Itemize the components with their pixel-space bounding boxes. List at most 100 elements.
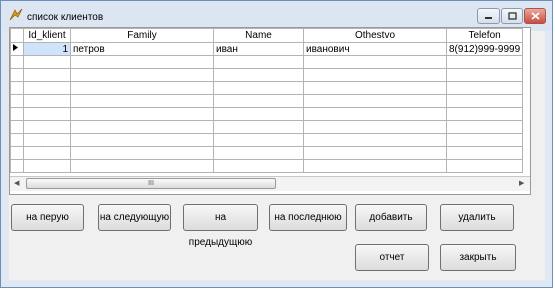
table-cell[interactable] [23, 120, 71, 134]
report-button[interactable]: отчет [355, 244, 429, 271]
scroll-right-arrow-icon[interactable]: ▶ [519, 179, 524, 187]
table-cell[interactable] [23, 55, 71, 69]
close-window-button[interactable] [524, 8, 546, 24]
table-cell[interactable] [445, 120, 524, 134]
table-cell[interactable] [303, 133, 447, 147]
table-cell[interactable]: иванович [303, 42, 447, 56]
table-cell[interactable] [23, 68, 71, 82]
main-window: список клиентов Id_klient Family Name Ot… [0, 0, 553, 288]
table-cell[interactable] [445, 55, 524, 69]
column-header[interactable]: Family [70, 28, 214, 43]
row-selector[interactable] [10, 120, 24, 134]
table-cell[interactable] [303, 107, 447, 121]
table-cell[interactable] [70, 159, 214, 173]
table-cell[interactable] [70, 55, 214, 69]
table-cell[interactable] [303, 55, 447, 69]
table-row[interactable] [10, 68, 524, 82]
table-cell[interactable] [213, 94, 304, 108]
table-cell[interactable] [213, 68, 304, 82]
scrollbar-thumb[interactable]: III [26, 178, 276, 189]
close-button[interactable]: закрыть [440, 244, 516, 271]
table-cell[interactable] [213, 107, 304, 121]
table-cell[interactable]: петров [70, 42, 214, 56]
table-cell[interactable] [70, 133, 214, 147]
table-cell[interactable] [303, 120, 447, 134]
table-cell[interactable] [303, 159, 447, 173]
table-cell[interactable] [23, 94, 71, 108]
table-row[interactable] [10, 120, 524, 134]
scroll-left-arrow-icon[interactable]: ◀ [14, 179, 19, 187]
table-cell[interactable] [23, 107, 71, 121]
row-selector[interactable] [10, 107, 24, 121]
horizontal-scrollbar[interactable]: ◀ III ▶ [10, 176, 530, 191]
row-selector[interactable] [10, 42, 24, 56]
table-cell[interactable] [70, 68, 214, 82]
row-selector[interactable] [10, 133, 24, 147]
row-selector[interactable] [10, 94, 24, 108]
table-row[interactable] [10, 81, 524, 95]
row-selector[interactable] [10, 68, 24, 82]
table-row[interactable] [10, 133, 524, 147]
table-cell[interactable] [70, 94, 214, 108]
table-cell[interactable] [213, 133, 304, 147]
table-cell[interactable] [303, 94, 447, 108]
column-header[interactable]: Othestvo [303, 28, 447, 43]
table-cell[interactable] [70, 81, 214, 95]
table-cell[interactable] [213, 159, 304, 173]
column-header[interactable]: Telefon [445, 28, 524, 43]
minimize-icon [485, 16, 492, 19]
close-icon [530, 12, 540, 20]
table-cell[interactable]: 1 [23, 42, 71, 56]
table-cell[interactable] [303, 68, 447, 82]
table-row[interactable]: 1 петров иван иванович 8(912)999-9999 [10, 42, 524, 56]
table-cell[interactable] [213, 120, 304, 134]
first-record-button[interactable]: на перую [11, 204, 84, 231]
table-cell[interactable]: иван [213, 42, 304, 56]
maximize-button[interactable] [501, 8, 523, 24]
table-cell[interactable] [445, 107, 524, 121]
table-row[interactable] [10, 107, 524, 121]
table-cell[interactable] [213, 146, 304, 160]
table-cell[interactable] [70, 107, 214, 121]
table-cell[interactable] [23, 81, 71, 95]
table-row[interactable] [10, 159, 524, 173]
table-cell[interactable] [445, 146, 524, 160]
table-cell[interactable] [445, 133, 524, 147]
row-selector[interactable] [10, 159, 24, 173]
next-record-button[interactable]: на следующую [98, 204, 171, 231]
row-selector[interactable] [10, 146, 24, 160]
corner-cell [10, 28, 24, 43]
table-cell[interactable] [445, 94, 524, 108]
column-header[interactable]: Name [213, 28, 304, 43]
table-cell[interactable] [70, 120, 214, 134]
delete-button[interactable]: удалить [440, 204, 514, 231]
table-cell[interactable] [445, 159, 524, 173]
row-selector[interactable] [10, 55, 24, 69]
table-cell[interactable] [213, 81, 304, 95]
scrollbar-grip: III [148, 180, 154, 187]
current-row-arrow-icon [13, 44, 18, 51]
minimize-button[interactable] [477, 8, 500, 24]
table-row[interactable] [10, 94, 524, 108]
maximize-icon [507, 12, 517, 20]
table-cell[interactable] [445, 68, 524, 82]
window-title: список клиентов [27, 12, 104, 23]
table-cell[interactable] [303, 146, 447, 160]
table-cell[interactable] [23, 159, 71, 173]
previous-record-button[interactable]: на предыдущюю [183, 204, 258, 248]
table-row[interactable] [10, 146, 524, 160]
table-cell[interactable] [213, 55, 304, 69]
add-button[interactable]: добавить [355, 204, 427, 231]
table-cell[interactable]: 8(912)999-9999 [445, 42, 524, 56]
table-row[interactable] [10, 55, 524, 69]
clients-grid[interactable]: Id_klient Family Name Othestvo Telefon 1… [9, 27, 531, 195]
header-row: Id_klient Family Name Othestvo Telefon [10, 28, 524, 43]
column-header[interactable]: Id_klient [23, 28, 71, 43]
table-cell[interactable] [23, 146, 71, 160]
table-cell[interactable] [303, 81, 447, 95]
last-record-button[interactable]: на последнюю [269, 204, 347, 231]
table-cell[interactable] [23, 133, 71, 147]
table-cell[interactable] [445, 81, 524, 95]
row-selector[interactable] [10, 81, 24, 95]
table-cell[interactable] [70, 146, 214, 160]
